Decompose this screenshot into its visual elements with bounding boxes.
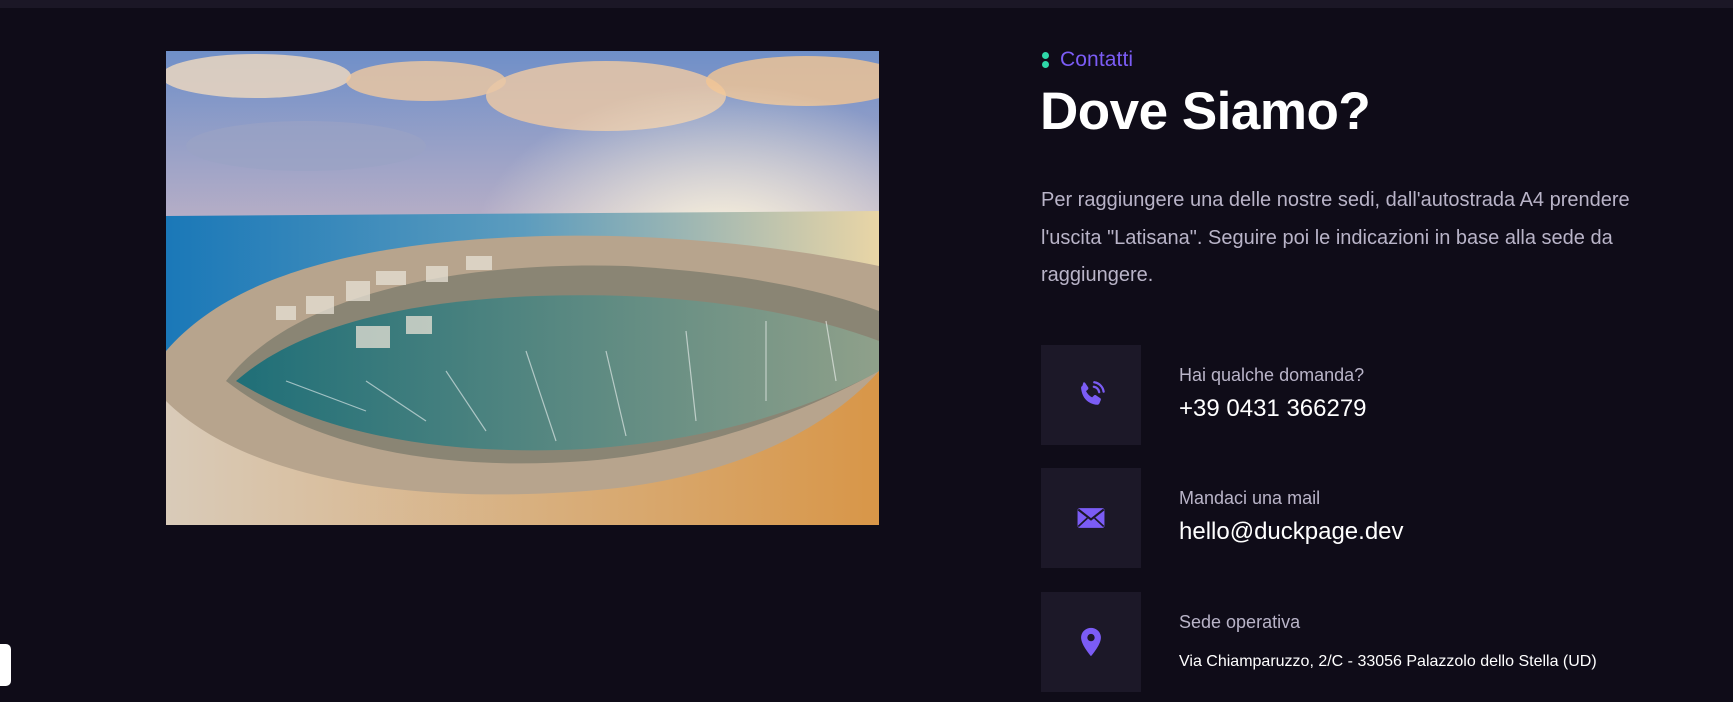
section-title: Dove Siamo? — [1040, 82, 1371, 141]
directions-text: Per raggiungere una delle nostre sedi, d… — [1041, 189, 1630, 286]
marina-photo — [166, 51, 879, 525]
contact-email[interactable]: Mandaci una mail hello@duckpage.dev — [1041, 468, 1641, 568]
top-strip — [0, 0, 1733, 8]
phone-label: Hai qualche domanda? — [1179, 365, 1365, 385]
mail-icon-box — [1041, 468, 1141, 568]
location-pin-icon — [1081, 627, 1101, 657]
address-label: Sede operativa — [1179, 612, 1301, 632]
phone-icon-box — [1041, 345, 1141, 445]
section-kicker: Contatti — [1040, 47, 1133, 73]
location-icon-box — [1041, 592, 1141, 692]
kicker-dots-icon — [1040, 51, 1050, 69]
side-widget-tab[interactable] — [0, 644, 11, 686]
phone-number[interactable]: +39 0431 366279 — [1179, 395, 1367, 423]
contact-address[interactable]: Sede operativa Via Chiamparuzzo, 2/C - 3… — [1041, 592, 1641, 692]
address-value[interactable]: Via Chiamparuzzo, 2/C - 33056 Palazzolo … — [1179, 653, 1597, 671]
kicker-label: Contatti — [1060, 48, 1134, 71]
phone-icon — [1081, 381, 1105, 405]
email-label: Mandaci una mail — [1179, 488, 1321, 508]
email-address[interactable]: hello@duckpage.dev — [1179, 518, 1404, 546]
mail-icon — [1077, 508, 1105, 528]
contact-phone[interactable]: Hai qualche domanda? +39 0431 366279 — [1041, 345, 1641, 445]
